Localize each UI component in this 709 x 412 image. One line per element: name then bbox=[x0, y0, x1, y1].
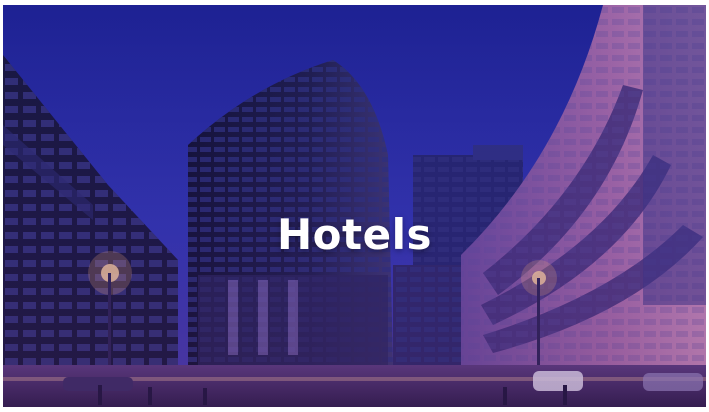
image-tint-overlay bbox=[3, 5, 706, 407]
hotels-category-card[interactable]: Hotels bbox=[3, 5, 706, 407]
card-title: Hotels bbox=[277, 210, 432, 259]
